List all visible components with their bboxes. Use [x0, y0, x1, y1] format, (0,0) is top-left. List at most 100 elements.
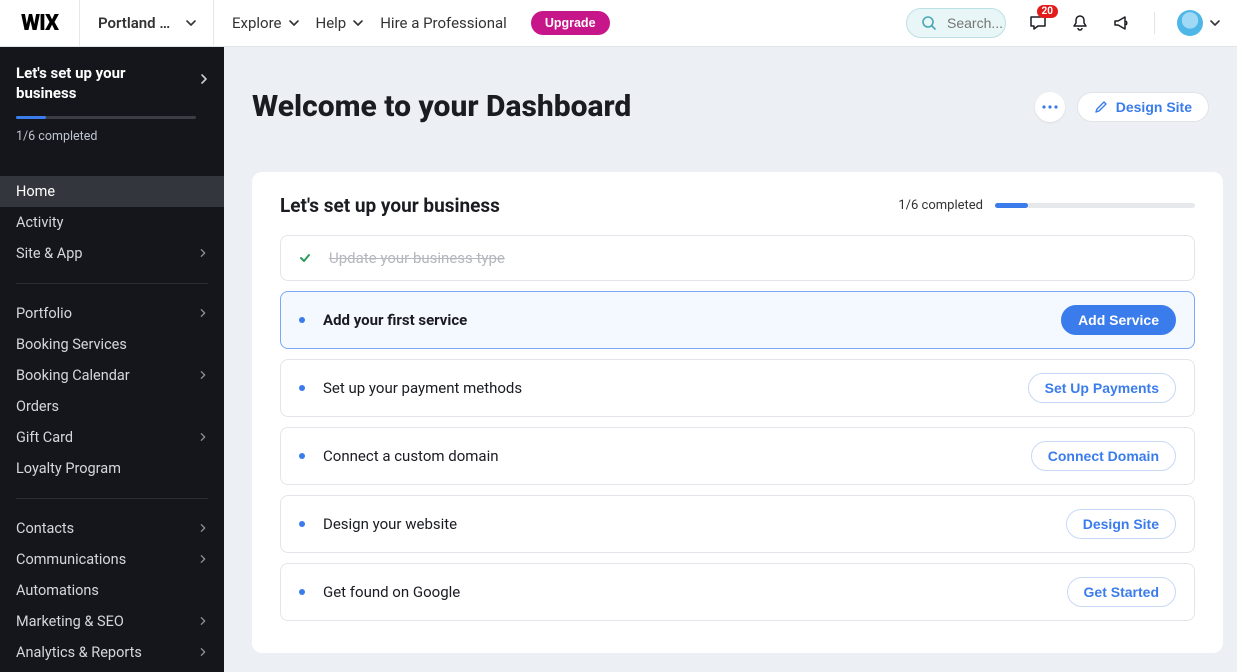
- hire-pro-link[interactable]: Hire a Professional: [380, 14, 507, 32]
- sidebar-item-label: Analytics & Reports: [16, 644, 142, 661]
- setup-step-label: Update your business type: [329, 249, 505, 267]
- sidebar-item-communications[interactable]: Communications: [0, 544, 224, 575]
- sidebar-item-portfolio[interactable]: Portfolio: [0, 298, 224, 329]
- page-title: Welcome to your Dashboard: [252, 89, 631, 124]
- setup-steps: Update your business type Add your first …: [280, 235, 1195, 621]
- inbox-button[interactable]: 20: [1028, 13, 1048, 33]
- chevron-right-icon: [198, 647, 208, 657]
- wix-logo[interactable]: WIX: [0, 0, 80, 47]
- sidebar-item-label: Portfolio: [16, 305, 72, 322]
- sidebar-progress-label: 1/6 completed: [16, 129, 208, 144]
- setup-step-domain[interactable]: Connect a custom domain Connect Domain: [280, 427, 1195, 485]
- sidebar-item-label: Contacts: [16, 520, 74, 537]
- header-actions: Design Site: [1035, 92, 1209, 122]
- top-icons: 20: [1028, 10, 1237, 36]
- setup-step-design[interactable]: Design your website Design Site: [280, 495, 1195, 553]
- sidebar: Let's set up your business 1/6 completed…: [0, 47, 224, 672]
- explore-label: Explore: [232, 14, 282, 32]
- setup-step-button-google[interactable]: Get Started: [1067, 577, 1176, 607]
- account-menu[interactable]: [1177, 10, 1219, 36]
- chevron-right-icon: [198, 432, 208, 442]
- sidebar-setup-block[interactable]: Let's set up your business 1/6 completed: [0, 47, 224, 158]
- help-link[interactable]: Help: [316, 14, 363, 32]
- sidebar-item-automations[interactable]: Automations: [0, 575, 224, 606]
- help-label: Help: [316, 14, 347, 32]
- site-picker[interactable]: Portland P…: [80, 0, 214, 47]
- sidebar-item-booking-calendar[interactable]: Booking Calendar: [0, 360, 224, 391]
- bullet-icon: [299, 385, 305, 391]
- setup-card-title: Let's set up your business: [280, 194, 500, 217]
- search-box[interactable]: [906, 8, 1006, 38]
- design-site-button[interactable]: Design Site: [1077, 92, 1209, 122]
- hire-pro-label: Hire a Professional: [380, 14, 507, 32]
- setup-step-label: Get found on Google: [323, 583, 460, 601]
- setup-step-label: Design your website: [323, 515, 457, 533]
- wix-logo-text: WIX: [21, 11, 58, 36]
- chevron-right-icon: [198, 308, 208, 318]
- setup-step-button-domain[interactable]: Connect Domain: [1031, 441, 1176, 471]
- sidebar-item-label: Activity: [16, 214, 63, 231]
- announcements-button[interactable]: [1112, 13, 1132, 33]
- pencil-icon: [1094, 100, 1108, 114]
- sidebar-item-activity[interactable]: Activity: [0, 207, 224, 238]
- setup-step-label: Connect a custom domain: [323, 447, 499, 465]
- sidebar-item-analytics[interactable]: Analytics & Reports: [0, 637, 224, 668]
- divider: [1154, 12, 1155, 34]
- chevron-right-icon: [198, 523, 208, 533]
- setup-step-label: Add your first service: [323, 311, 467, 329]
- setup-card: Let's set up your business 1/6 completed…: [252, 172, 1223, 653]
- sidebar-item-gift-card[interactable]: Gift Card: [0, 422, 224, 453]
- sidebar-item-orders[interactable]: Orders: [0, 391, 224, 422]
- sidebar-item-booking-services[interactable]: Booking Services: [0, 329, 224, 360]
- search-input[interactable]: [945, 14, 1005, 32]
- site-picker-label: Portland P…: [98, 14, 177, 32]
- chevron-right-icon: [198, 248, 208, 258]
- search-icon: [921, 15, 937, 31]
- sidebar-item-label: Loyalty Program: [16, 460, 121, 477]
- setup-card-progress: [995, 203, 1195, 208]
- setup-step-button-first-svc[interactable]: Add Service: [1061, 305, 1176, 335]
- sidebar-item-label: Home: [16, 183, 55, 200]
- more-actions-button[interactable]: [1035, 92, 1065, 122]
- sidebar-item-label: Site & App: [16, 245, 83, 262]
- notification-badge: 20: [1037, 5, 1058, 18]
- sidebar-setup-title: Let's set up your business: [16, 63, 156, 104]
- setup-step-payments[interactable]: Set up your payment methods Set Up Paymen…: [280, 359, 1195, 417]
- sidebar-item-label: Booking Calendar: [16, 367, 130, 384]
- chevron-down-icon: [1209, 17, 1219, 29]
- bullet-icon: [299, 589, 305, 595]
- sidebar-item-loyalty[interactable]: Loyalty Program: [0, 453, 224, 484]
- check-icon: [299, 252, 311, 264]
- upgrade-button[interactable]: Upgrade: [531, 11, 610, 35]
- setup-step-button-design[interactable]: Design Site: [1066, 509, 1176, 539]
- notifications-button[interactable]: [1070, 13, 1090, 33]
- top-links: Explore Help Hire a Professional Upgrade: [214, 11, 628, 35]
- sidebar-item-siteapp[interactable]: Site & App: [0, 238, 224, 269]
- chevron-down-icon: [185, 17, 195, 29]
- sidebar-item-label: Marketing & SEO: [16, 613, 124, 630]
- setup-step-google[interactable]: Get found on Google Get Started: [280, 563, 1195, 621]
- sidebar-item-label: Communications: [16, 551, 126, 568]
- sidebar-item-contacts[interactable]: Contacts: [0, 513, 224, 544]
- sidebar-item-home[interactable]: Home: [0, 176, 224, 207]
- sidebar-item-label: Gift Card: [16, 429, 73, 446]
- setup-step-first-svc[interactable]: Add your first service Add Service: [280, 291, 1195, 349]
- bullet-icon: [299, 453, 305, 459]
- main-header: Welcome to your Dashboard Design Site: [224, 47, 1237, 154]
- sidebar-item-marketing[interactable]: Marketing & SEO: [0, 606, 224, 637]
- setup-step-label: Set up your payment methods: [323, 379, 522, 397]
- sidebar-nav: Home Activity Site & App Portfolio Booking S…: [0, 168, 224, 672]
- sidebar-progress: [16, 116, 196, 119]
- setup-step-biz-type[interactable]: Update your business type: [280, 235, 1195, 281]
- nav-divider: [16, 283, 208, 284]
- setup-step-button-payments[interactable]: Set Up Payments: [1028, 373, 1176, 403]
- bullet-icon: [299, 317, 305, 323]
- explore-link[interactable]: Explore: [232, 14, 298, 32]
- chevron-down-icon: [288, 17, 298, 29]
- main: Welcome to your Dashboard Design Site Le…: [224, 47, 1237, 672]
- sidebar-item-label: Orders: [16, 398, 59, 415]
- bullet-icon: [299, 521, 305, 527]
- chevron-right-icon: [198, 73, 210, 85]
- chevron-right-icon: [198, 554, 208, 564]
- chevron-down-icon: [352, 17, 362, 29]
